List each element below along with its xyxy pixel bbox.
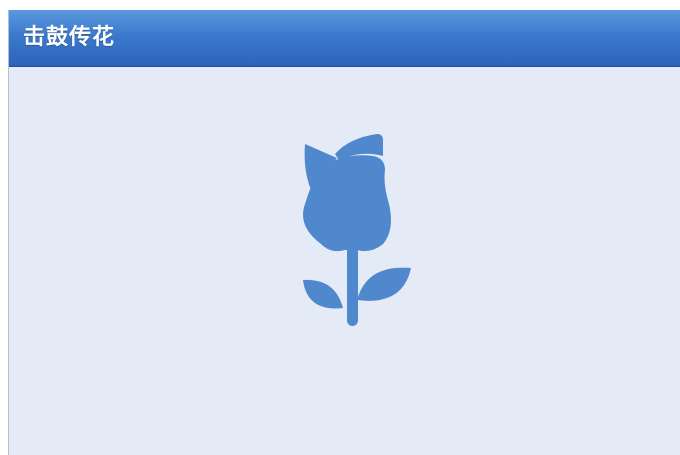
flower-stem <box>347 246 358 326</box>
window-title: 击鼓传花 <box>23 25 116 50</box>
title-bar[interactable]: 击鼓传花 <box>9 10 680 67</box>
content-area <box>9 67 680 455</box>
flower-icon[interactable] <box>291 130 411 330</box>
flower-right-leaf <box>357 267 411 301</box>
flower-left-leaf <box>303 279 343 309</box>
app-window: 击鼓传花 <box>8 10 680 455</box>
